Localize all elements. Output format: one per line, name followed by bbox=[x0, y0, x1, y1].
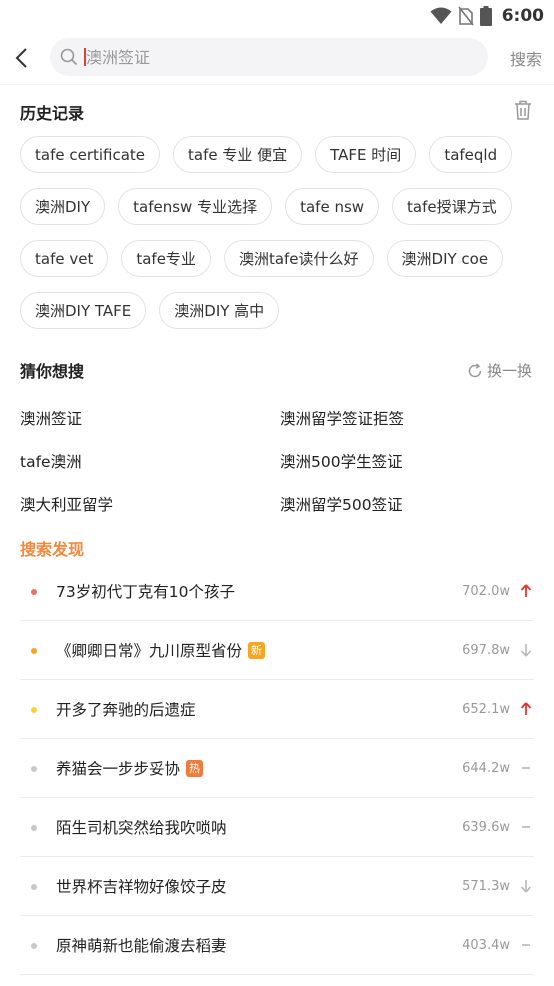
trend-text: 养猫会一步步妥协热 bbox=[56, 757, 204, 779]
guess-item[interactable]: 澳洲留学500签证 bbox=[280, 493, 540, 515]
rank-dot bbox=[31, 707, 37, 713]
trend-text: 《卿卿日常》九川原型省份新 bbox=[56, 639, 266, 661]
trend-label: 《卿卿日常》九川原型省份 bbox=[56, 642, 243, 660]
clear-history-button[interactable] bbox=[514, 100, 532, 124]
chip-row: 澳洲DIY tafensw 专业选择 tafe nsw tafe授课方式 bbox=[20, 188, 540, 225]
status-bar: 6:00 bbox=[0, 0, 554, 32]
history-chip[interactable]: TAFE 时间 bbox=[315, 136, 417, 173]
arrow-up-icon bbox=[520, 584, 532, 598]
trend-item[interactable]: 原神萌新也能偷渡去稻妻 403.4w bbox=[20, 916, 534, 975]
guess-row: 澳大利亚留学 澳洲留学500签证 bbox=[20, 482, 540, 525]
guess-row: 澳洲签证 澳洲留学签证拒签 bbox=[20, 396, 540, 439]
search-icon bbox=[60, 48, 78, 66]
discover-title: 搜索发现 bbox=[20, 540, 85, 559]
trend-count: 403.4w bbox=[462, 937, 510, 953]
trend-list: 73岁初代丁克有10个孩子 702.0w 《卿卿日常》九川原型省份新 697.8w 开多… bbox=[20, 562, 534, 975]
rank-dot bbox=[31, 648, 37, 654]
rank-dot bbox=[31, 766, 37, 772]
trend-label: 原神萌新也能偷渡去稻妻 bbox=[56, 937, 227, 955]
search-input[interactable] bbox=[86, 38, 476, 76]
search-bar: 搜索 bbox=[0, 36, 554, 80]
chip-row: tafe vet tafe专业 澳洲tafe读什么好 澳洲DIY coe bbox=[20, 240, 540, 277]
history-chip[interactable]: 澳洲DIY bbox=[20, 188, 106, 225]
trend-count: 644.2w bbox=[462, 760, 510, 776]
trend-text: 73岁初代丁克有10个孩子 bbox=[56, 580, 235, 602]
rank-dot bbox=[31, 884, 37, 890]
wifi-icon bbox=[430, 7, 452, 24]
history-title: 历史记录 bbox=[20, 104, 85, 123]
history-chip[interactable]: tafe 专业 便宜 bbox=[173, 136, 303, 173]
trend-label: 73岁初代丁克有10个孩子 bbox=[56, 583, 235, 601]
history-chips: tafe certificate tafe 专业 便宜 TAFE 时间 tafe… bbox=[20, 136, 540, 344]
rank-dot bbox=[31, 825, 37, 831]
refresh-label: 换一换 bbox=[486, 362, 532, 380]
history-chip[interactable]: 澳洲DIY 高中 bbox=[159, 292, 280, 329]
trend-item[interactable]: 养猫会一步步妥协热 644.2w bbox=[20, 739, 534, 798]
history-chip[interactable]: tafe vet bbox=[20, 240, 109, 277]
trend-count: 571.3w bbox=[462, 878, 510, 894]
guess-item[interactable]: 澳洲签证 bbox=[20, 407, 280, 429]
trend-text: 开多了奔驰的后遗症 bbox=[56, 698, 196, 720]
trend-label: 世界杯吉祥物好像饺子皮 bbox=[56, 878, 227, 896]
history-chip[interactable]: 澳洲DIY coe bbox=[386, 240, 504, 277]
guess-grid: 澳洲签证 澳洲留学签证拒签 tafe澳洲 澳洲500学生签证 澳大利亚留学 澳洲… bbox=[20, 396, 540, 525]
trend-item[interactable]: 开多了奔驰的后遗症 652.1w bbox=[20, 680, 534, 739]
guess-item[interactable]: tafe澳洲 bbox=[20, 450, 280, 472]
history-chip[interactable]: tafe certificate bbox=[20, 136, 161, 173]
status-icons: 6:00 bbox=[430, 4, 544, 28]
history-chip[interactable]: tafeqld bbox=[429, 136, 513, 173]
trash-icon bbox=[515, 100, 531, 120]
trend-item[interactable]: 73岁初代丁克有10个孩子 702.0w bbox=[20, 562, 534, 621]
status-time: 6:00 bbox=[501, 6, 544, 26]
guess-title: 猜你想搜 bbox=[20, 362, 85, 381]
trend-count: 697.8w bbox=[462, 642, 510, 658]
back-button[interactable] bbox=[12, 44, 32, 72]
refresh-icon bbox=[468, 362, 482, 377]
trend-label: 陌生司机突然给我吹唢呐 bbox=[56, 819, 227, 837]
rank-dot bbox=[31, 589, 37, 595]
dash-icon bbox=[520, 761, 532, 775]
new-badge: 新 bbox=[248, 641, 266, 659]
guess-row: tafe澳洲 澳洲500学生签证 bbox=[20, 439, 540, 482]
dash-icon bbox=[520, 938, 532, 952]
trend-label: 开多了奔驰的后遗症 bbox=[56, 701, 196, 719]
rank-dot bbox=[31, 943, 37, 949]
guess-item[interactable]: 澳洲500学生签证 bbox=[280, 450, 540, 472]
chip-row: 澳洲DIY TAFE 澳洲DIY 高中 bbox=[20, 292, 540, 329]
trend-item[interactable]: 陌生司机突然给我吹唢呐 639.6w bbox=[20, 798, 534, 857]
guess-item[interactable]: 澳大利亚留学 bbox=[20, 493, 280, 515]
search-button[interactable]: 搜索 bbox=[510, 46, 542, 70]
dash-icon bbox=[520, 820, 532, 834]
battery-icon bbox=[479, 6, 492, 26]
guess-item[interactable]: 澳洲留学签证拒签 bbox=[280, 407, 540, 429]
history-chip[interactable]: tafensw 专业选择 bbox=[118, 188, 273, 225]
chip-row: tafe certificate tafe 专业 便宜 TAFE 时间 tafe… bbox=[20, 136, 540, 173]
history-chip[interactable]: 澳洲tafe读什么好 bbox=[223, 240, 374, 277]
history-chip[interactable]: tafe专业 bbox=[121, 240, 211, 277]
divider bbox=[0, 84, 554, 85]
trend-text: 原神萌新也能偷渡去稻妻 bbox=[56, 934, 227, 956]
arrow-down-icon bbox=[520, 879, 532, 893]
trend-text: 陌生司机突然给我吹唢呐 bbox=[56, 816, 227, 838]
hot-badge: 热 bbox=[186, 759, 204, 777]
trend-label: 养猫会一步步妥协 bbox=[56, 760, 181, 778]
no-sim-icon bbox=[458, 6, 474, 26]
search-box[interactable] bbox=[50, 38, 488, 76]
history-chip[interactable]: tafe nsw bbox=[285, 188, 380, 225]
history-chip[interactable]: 澳洲DIY TAFE bbox=[20, 292, 147, 329]
trend-count: 639.6w bbox=[462, 819, 510, 835]
trend-count: 652.1w bbox=[462, 701, 510, 717]
trend-item[interactable]: 《卿卿日常》九川原型省份新 697.8w bbox=[20, 621, 534, 680]
trend-item[interactable]: 世界杯吉祥物好像饺子皮 571.3w bbox=[20, 857, 534, 916]
chevron-left-icon bbox=[15, 48, 27, 68]
refresh-button[interactable]: 换一换 bbox=[467, 360, 532, 381]
trend-text: 世界杯吉祥物好像饺子皮 bbox=[56, 875, 227, 897]
arrow-down-icon bbox=[520, 643, 532, 657]
trend-count: 702.0w bbox=[462, 583, 510, 599]
arrow-up-icon bbox=[520, 702, 532, 716]
history-chip[interactable]: tafe授课方式 bbox=[392, 188, 512, 225]
